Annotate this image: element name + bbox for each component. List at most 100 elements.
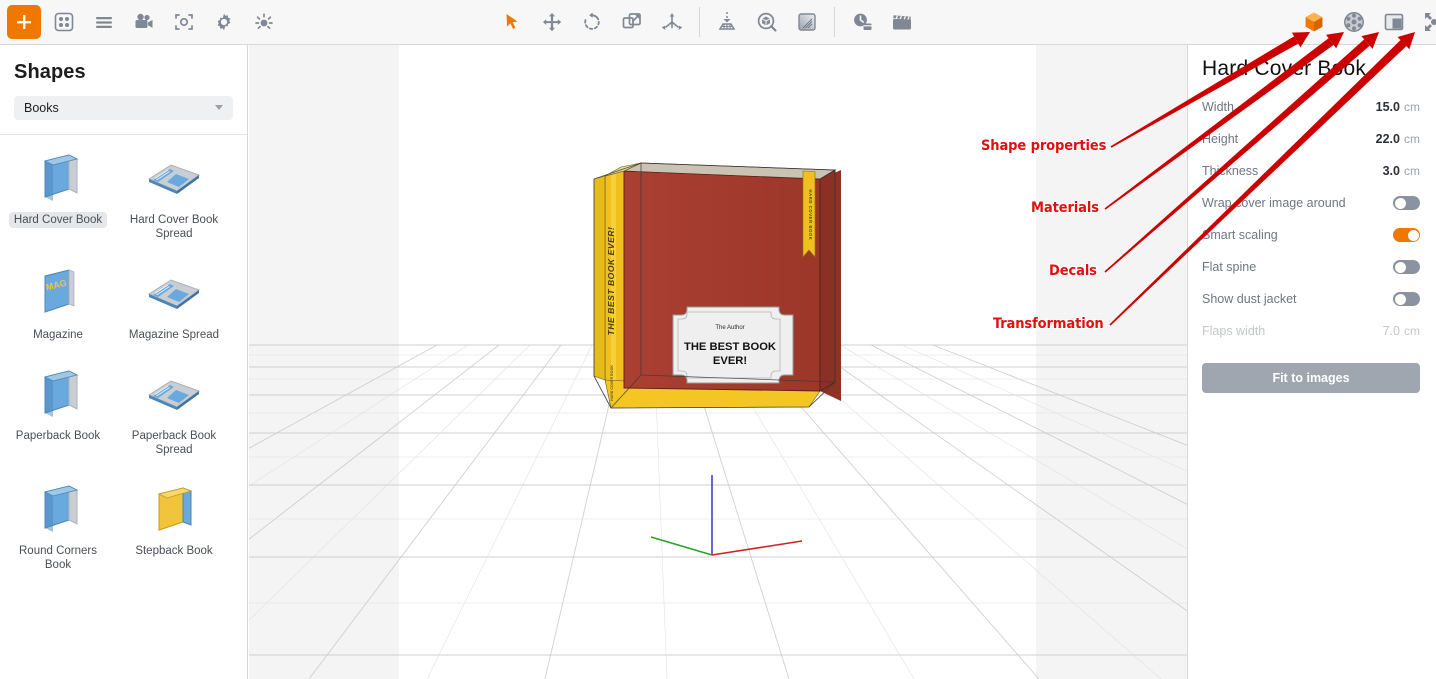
property-unit: cm bbox=[1404, 164, 1420, 178]
shape-item-paperback-book[interactable]: Paperback Book bbox=[0, 365, 116, 458]
property-row-wrap-cover-image-around: Wrap cover image around bbox=[1188, 187, 1436, 219]
transform-gizmo bbox=[651, 475, 802, 555]
shapes-panel: Shapes Books Hard Cover Book Hard Cover … bbox=[0, 45, 248, 679]
property-value[interactable]: 7.0cm bbox=[1383, 324, 1420, 338]
paperback-book-thumb bbox=[29, 365, 87, 421]
gradient-square-icon[interactable] bbox=[790, 5, 824, 39]
property-row-flaps-width: Flaps width7.0cm bbox=[1188, 315, 1436, 347]
toggle-wrap-cover-image-around[interactable] bbox=[1393, 196, 1420, 210]
stepback-book-thumb bbox=[145, 480, 203, 536]
property-label: Height bbox=[1202, 132, 1376, 146]
property-label: Wrap cover image around bbox=[1202, 196, 1393, 210]
material-sphere-icon[interactable] bbox=[1337, 5, 1371, 39]
shape-grid: Hard Cover Book Hard Cover Book Spread M… bbox=[0, 135, 247, 595]
book-title-line1: THE BEST BOOK bbox=[684, 341, 776, 353]
fit-to-images-button[interactable]: Fit to images bbox=[1202, 363, 1420, 393]
property-value[interactable]: 22.0cm bbox=[1376, 132, 1420, 146]
move-arrows-icon[interactable] bbox=[535, 5, 569, 39]
hamburger-lines-icon[interactable] bbox=[87, 5, 121, 39]
toggle-knob bbox=[1395, 262, 1406, 273]
shape-item-paperback-book-spread[interactable]: Paperback Book Spread bbox=[116, 365, 232, 458]
toggle-flat-spine[interactable] bbox=[1393, 260, 1420, 274]
property-value[interactable]: 15.0cm bbox=[1376, 100, 1420, 114]
toolbar-right-group bbox=[1294, 0, 1436, 44]
toggle-smart-scaling[interactable] bbox=[1393, 228, 1420, 242]
toolbar-left-group bbox=[4, 0, 284, 44]
add-button[interactable] bbox=[7, 5, 41, 39]
property-label: Flat spine bbox=[1202, 260, 1393, 274]
shape-item-label: Magazine bbox=[28, 327, 88, 343]
shape-item-hard-cover-book[interactable]: Hard Cover Book bbox=[0, 149, 116, 242]
cursor-arrow-icon[interactable] bbox=[495, 5, 529, 39]
shape-item-label: Magazine Spread bbox=[124, 327, 224, 343]
book-title-line2: EVER! bbox=[713, 355, 747, 367]
transform-arrows-icon[interactable] bbox=[1417, 5, 1436, 39]
property-label: Thickness bbox=[1202, 164, 1383, 178]
object-title: Hard Cover Book bbox=[1188, 45, 1436, 81]
property-row-height: Height22.0cm bbox=[1188, 123, 1436, 155]
toolbar-divider-2 bbox=[834, 7, 835, 37]
toolbar-center-group bbox=[492, 0, 922, 44]
property-row-thickness: Thickness3.0cm bbox=[1188, 155, 1436, 187]
hardcover-spread-thumb bbox=[143, 149, 205, 205]
rotate-arrow-icon[interactable] bbox=[575, 5, 609, 39]
shape-category-select[interactable]: Books bbox=[14, 96, 233, 120]
clock-archive-icon[interactable] bbox=[845, 5, 879, 39]
top-toolbar bbox=[0, 0, 1436, 45]
property-row-show-dust-jacket: Show dust jacket bbox=[1188, 283, 1436, 315]
toolbar-divider-1 bbox=[699, 7, 700, 37]
shape-item-stepback-book[interactable]: Stepback Book bbox=[116, 480, 232, 573]
property-label: Width bbox=[1202, 100, 1376, 114]
clapperboard-icon[interactable] bbox=[885, 5, 919, 39]
decal-square-icon[interactable] bbox=[1377, 5, 1411, 39]
gear-icon[interactable] bbox=[207, 5, 241, 39]
shape-item-round-corners-book[interactable]: Round Corners Book bbox=[0, 480, 116, 573]
shape-item-magazine-spread[interactable]: Magazine Spread bbox=[116, 264, 232, 343]
magazine-thumb: MAG bbox=[29, 264, 87, 320]
shape-item-magazine[interactable]: MAG Magazine bbox=[0, 264, 116, 343]
movie-camera-icon[interactable] bbox=[127, 5, 161, 39]
orange-cube-icon[interactable] bbox=[1297, 5, 1331, 39]
toggle-knob bbox=[1408, 230, 1419, 241]
toggle-show-dust-jacket[interactable] bbox=[1393, 292, 1420, 306]
magazine-spread-thumb bbox=[143, 264, 205, 320]
shape-category-value: Books bbox=[24, 101, 59, 115]
toggle-knob bbox=[1395, 198, 1406, 209]
shape-item-label: Paperback Book bbox=[11, 428, 105, 444]
shape-item-label: Paperback Book Spread bbox=[116, 428, 232, 458]
paperback-spread-thumb bbox=[143, 365, 205, 421]
focus-frame-icon[interactable] bbox=[167, 5, 201, 39]
property-value[interactable]: 3.0cm bbox=[1383, 164, 1420, 178]
book-spine-footer: HARD COVER BOOK bbox=[610, 365, 614, 401]
property-unit: cm bbox=[1404, 324, 1420, 338]
book-3d-model: HARD COVER BOOK THE BEST BOOK EVER! HARD… bbox=[594, 163, 841, 555]
property-row-width: Width15.0cm bbox=[1188, 91, 1436, 123]
book-spine-text: THE BEST BOOK EVER! bbox=[606, 227, 616, 336]
distribute-nodes-icon[interactable] bbox=[655, 5, 689, 39]
property-rows: Width15.0cmHeight22.0cmThickness3.0cmWra… bbox=[1188, 91, 1436, 347]
property-row-smart-scaling: Smart scaling bbox=[1188, 219, 1436, 251]
grid-squares-icon[interactable] bbox=[47, 5, 81, 39]
toggle-knob bbox=[1395, 294, 1406, 305]
book-author-text: The Author bbox=[715, 325, 744, 331]
property-label: Flaps width bbox=[1202, 324, 1383, 338]
book-cover-label: The Author THE BEST BOOK EVER! bbox=[673, 307, 793, 383]
property-unit: cm bbox=[1404, 100, 1420, 114]
shape-item-hard-cover-book-spread[interactable]: Hard Cover Book Spread bbox=[116, 149, 232, 242]
app-root: Shapes Books Hard Cover Book Hard Cover … bbox=[0, 0, 1436, 679]
hardcover-book-thumb bbox=[29, 149, 87, 205]
viewport-canvas[interactable]: HARD COVER BOOK THE BEST BOOK EVER! HARD… bbox=[249, 45, 1187, 679]
property-label: Smart scaling bbox=[1202, 228, 1393, 242]
drop-to-ground-icon[interactable] bbox=[710, 5, 744, 39]
shape-item-label: Hard Cover Book Spread bbox=[116, 212, 232, 242]
chevron-down-icon bbox=[215, 105, 223, 110]
sun-icon[interactable] bbox=[247, 5, 281, 39]
category-select-wrap: Books bbox=[0, 84, 247, 134]
properties-panel: Hard Cover Book Width15.0cmHeight22.0cmT… bbox=[1187, 45, 1436, 679]
shape-item-label: Stepback Book bbox=[130, 543, 217, 559]
magnifier-cube-icon[interactable] bbox=[750, 5, 784, 39]
property-label: Show dust jacket bbox=[1202, 292, 1393, 306]
scale-rect-icon[interactable] bbox=[615, 5, 649, 39]
property-unit: cm bbox=[1404, 132, 1420, 146]
scene-3d: HARD COVER BOOK THE BEST BOOK EVER! HARD… bbox=[249, 45, 1187, 679]
